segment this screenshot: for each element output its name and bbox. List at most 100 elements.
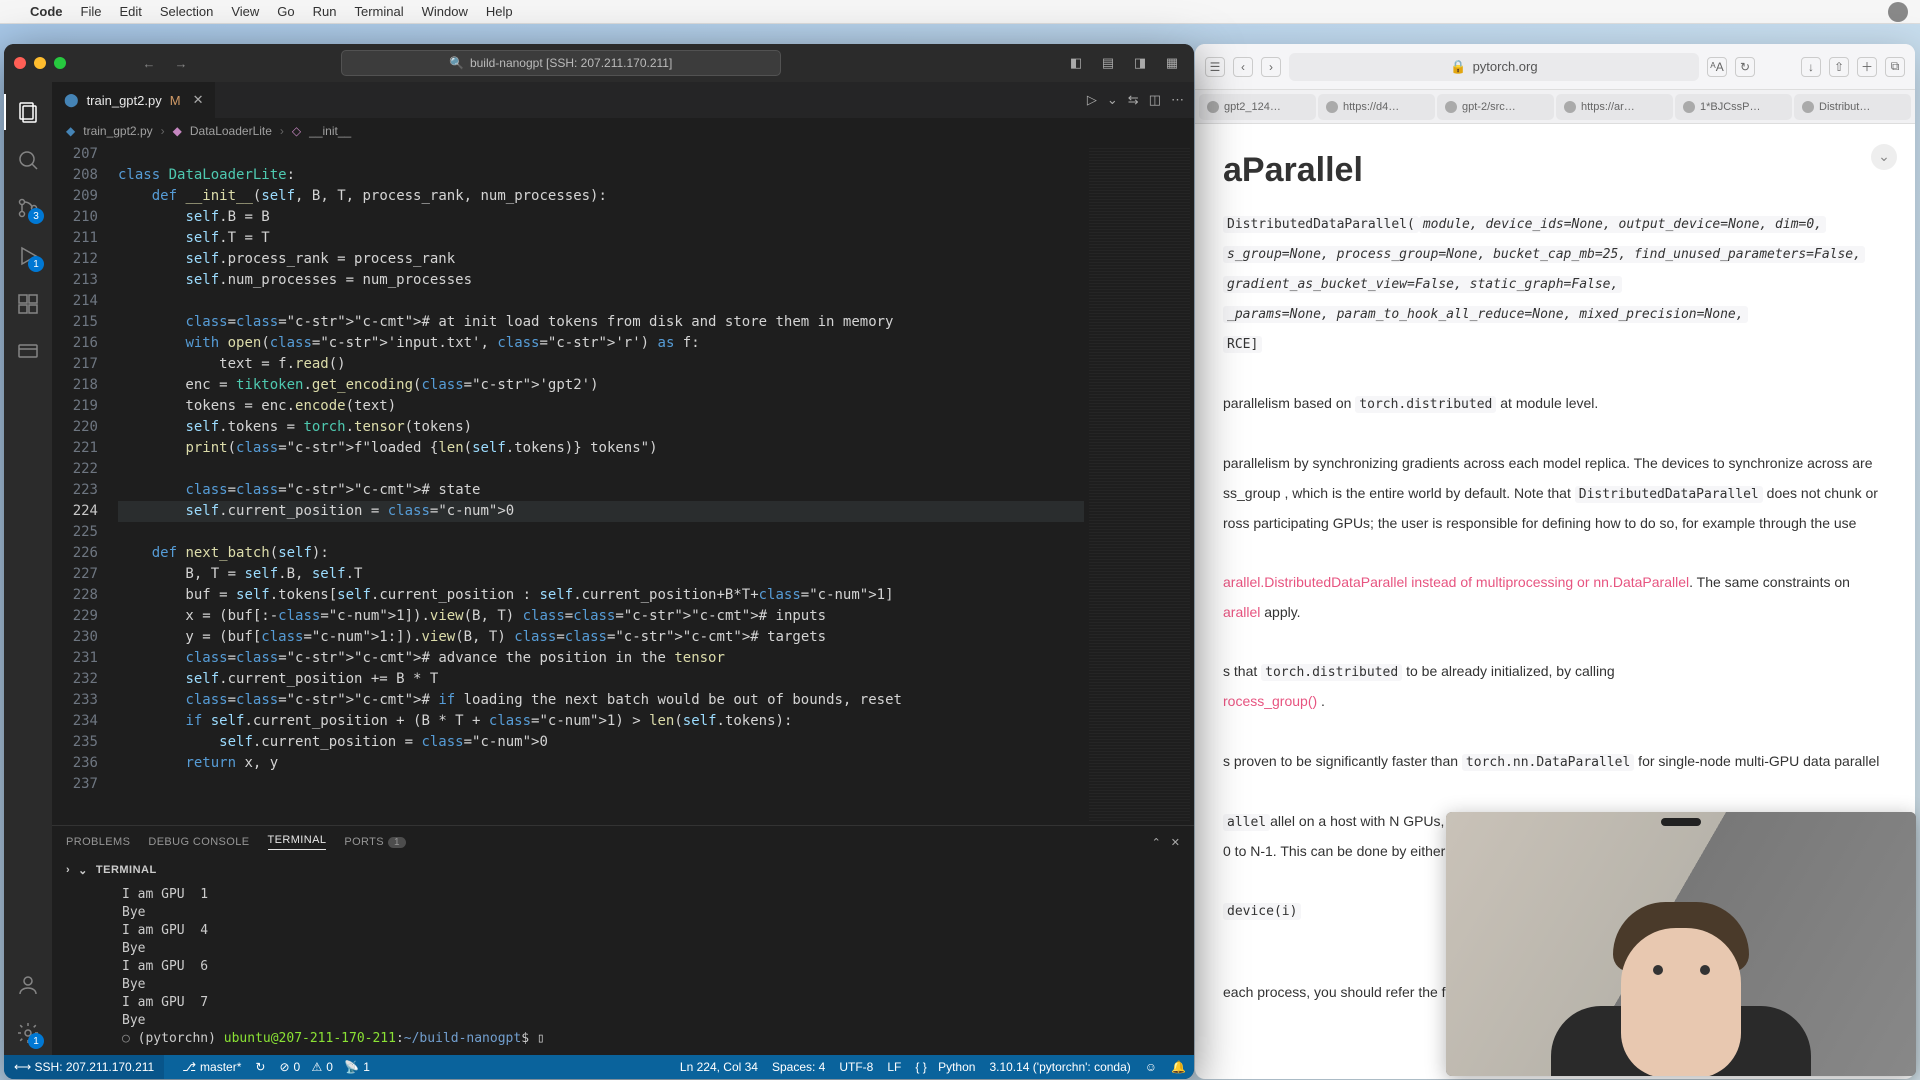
menu-view[interactable]: View [231,4,259,19]
command-center-text: build-nanogpt [SSH: 207.211.170.211] [470,56,672,70]
layout-secondary-icon[interactable]: ◨ [1128,52,1152,74]
macos-menubar: Code File Edit Selection View Go Run Ter… [0,0,1920,24]
status-feedback-icon[interactable]: ☺ [1145,1060,1157,1074]
menu-selection[interactable]: Selection [160,4,213,19]
safari-tab[interactable]: https://ar… [1556,94,1673,120]
nav-forward-button[interactable]: → [168,52,194,74]
code-content[interactable]: class DataLoaderLite: def __init__(self,… [114,144,1084,825]
panel-tab-problems[interactable]: PROBLEMS [66,836,130,848]
scm-badge: 3 [28,208,44,224]
menu-help[interactable]: Help [486,4,513,19]
panel-close-icon[interactable]: ✕ [1171,836,1180,849]
chevron-down-icon[interactable]: ⌄ [78,864,88,877]
status-problems[interactable]: ⊘0 ⚠0 📡1 [279,1060,370,1074]
menubar-status-icon[interactable] [1888,2,1908,22]
activity-explorer[interactable] [4,90,52,134]
tab-filename: train_gpt2.py [87,93,162,108]
editor-tab[interactable]: ⬤ train_gpt2.py M ✕ [52,82,216,118]
safari-tab[interactable]: Distribut… [1794,94,1911,120]
breadcrumb-func[interactable]: __init__ [309,124,351,138]
layout-panel-icon[interactable]: ▤ [1096,52,1120,74]
safari-address-bar[interactable]: 🔒 pytorch.org [1289,53,1699,81]
minimap[interactable] [1084,144,1194,825]
remote-icon: ⟷ [14,1060,31,1074]
safari-share-icon[interactable]: ⇧ [1829,57,1849,77]
activity-remote[interactable] [4,330,52,374]
panel-tab-terminal[interactable]: TERMINAL [268,834,327,850]
tab-close-icon[interactable]: ✕ [193,92,204,108]
run-file-icon[interactable]: ▷ [1087,92,1097,108]
activity-run-debug[interactable]: 1 [4,234,52,278]
vscode-window: ← → 🔍 build-nanogpt [SSH: 207.211.170.21… [4,44,1194,1079]
nav-back-button[interactable]: ← [136,52,162,74]
status-interpreter[interactable]: 3.10.14 ('pytorchn': conda) [989,1060,1130,1074]
menu-edit[interactable]: Edit [119,4,141,19]
activity-search[interactable] [4,138,52,182]
safari-download-icon[interactable]: ↓ [1801,57,1821,77]
compare-changes-icon[interactable]: ⇆ [1128,92,1139,108]
safari-tab[interactable]: gpt2_124… [1199,94,1316,120]
breadcrumb-file[interactable]: train_gpt2.py [83,124,152,138]
safari-newtab-icon[interactable]: ＋ [1857,57,1877,77]
webcam-overlay [1446,812,1916,1076]
command-center-search[interactable]: 🔍 build-nanogpt [SSH: 207.211.170.211] [341,50,781,76]
window-close-button[interactable] [14,57,26,69]
safari-forward-button[interactable]: › [1261,57,1281,77]
doc-link[interactable]: arallel [1223,604,1260,620]
page-heading: aParallel [1223,144,1887,197]
safari-reload-icon[interactable]: ↻ [1735,57,1755,77]
window-maximize-button[interactable] [54,57,66,69]
split-editor-icon[interactable]: ◫ [1149,92,1161,108]
collapse-toggle-icon[interactable]: ⌄ [1871,144,1897,170]
status-branch[interactable]: ⎇ master* [182,1060,241,1074]
activity-account[interactable] [4,963,52,1007]
safari-back-button[interactable]: ‹ [1233,57,1253,77]
vscode-titlebar: ← → 🔍 build-nanogpt [SSH: 207.211.170.21… [4,44,1194,82]
chevron-right-icon[interactable]: › [66,864,70,876]
safari-tab[interactable]: 1*BJCssP… [1675,94,1792,120]
window-minimize-button[interactable] [34,57,46,69]
status-bell-icon[interactable]: 🔔 [1171,1060,1186,1074]
search-icon: 🔍 [449,56,464,70]
menu-terminal[interactable]: Terminal [355,4,404,19]
menu-go[interactable]: Go [277,4,294,19]
menu-file[interactable]: File [81,4,102,19]
activity-bar: 3 1 1 [4,82,52,1055]
safari-tabs-icon[interactable]: ⧉ [1885,57,1905,77]
panel-tab-ports[interactable]: PORTS1 [344,836,406,848]
panel-maximize-icon[interactable]: ⌃ [1152,836,1161,849]
layout-customize-icon[interactable]: ▦ [1160,52,1184,74]
safari-sidebar-icon[interactable]: ☰ [1205,57,1225,77]
status-language[interactable]: { } Python [915,1060,975,1074]
terminal-output[interactable]: I am GPU 1 Bye I am GPU 4 Bye I am GPU 6… [52,882,1194,1055]
more-actions-icon[interactable]: ⋯ [1171,92,1184,108]
status-remote-indicator[interactable]: ⟷ SSH: 207.211.170.211 [4,1055,164,1079]
status-sync[interactable]: ↻ [255,1060,265,1074]
method-icon: ◇ [292,124,301,138]
lock-icon: 🔒 [1450,59,1466,75]
safari-tab[interactable]: https://d4… [1318,94,1435,120]
activity-extensions[interactable] [4,282,52,326]
status-eol[interactable]: LF [887,1060,901,1074]
menubar-app-name[interactable]: Code [30,4,63,19]
menu-run[interactable]: Run [313,4,337,19]
safari-reader-icon[interactable]: ᴬA [1707,57,1727,77]
status-encoding[interactable]: UTF-8 [839,1060,873,1074]
class-icon: ◆ [173,124,182,138]
python-file-icon: ⬤ [64,92,79,108]
breadcrumb[interactable]: ◆ train_gpt2.py ◆ DataLoaderLite ◇ __ini… [52,118,1194,144]
menu-window[interactable]: Window [422,4,468,19]
doc-link[interactable]: rocess_group() [1223,693,1317,709]
run-dropdown-icon[interactable]: ⌄ [1107,92,1118,108]
activity-settings[interactable]: 1 [4,1011,52,1055]
activity-source-control[interactable]: 3 [4,186,52,230]
panel-tab-bar: PROBLEMS DEBUG CONSOLE TERMINAL PORTS1 ⌃… [52,826,1194,858]
breadcrumb-class[interactable]: DataLoaderLite [190,124,272,138]
status-cursor-position[interactable]: Ln 224, Col 34 [680,1060,758,1074]
safari-tab[interactable]: gpt-2/src… [1437,94,1554,120]
doc-link[interactable]: arallel.DistributedDataParallel instead … [1223,574,1689,590]
layout-primary-icon[interactable]: ◧ [1064,52,1088,74]
panel-tab-debug[interactable]: DEBUG CONSOLE [148,836,249,848]
code-editor[interactable]: 2072082092102112122132142152162172182192… [52,144,1194,825]
status-indent[interactable]: Spaces: 4 [772,1060,825,1074]
